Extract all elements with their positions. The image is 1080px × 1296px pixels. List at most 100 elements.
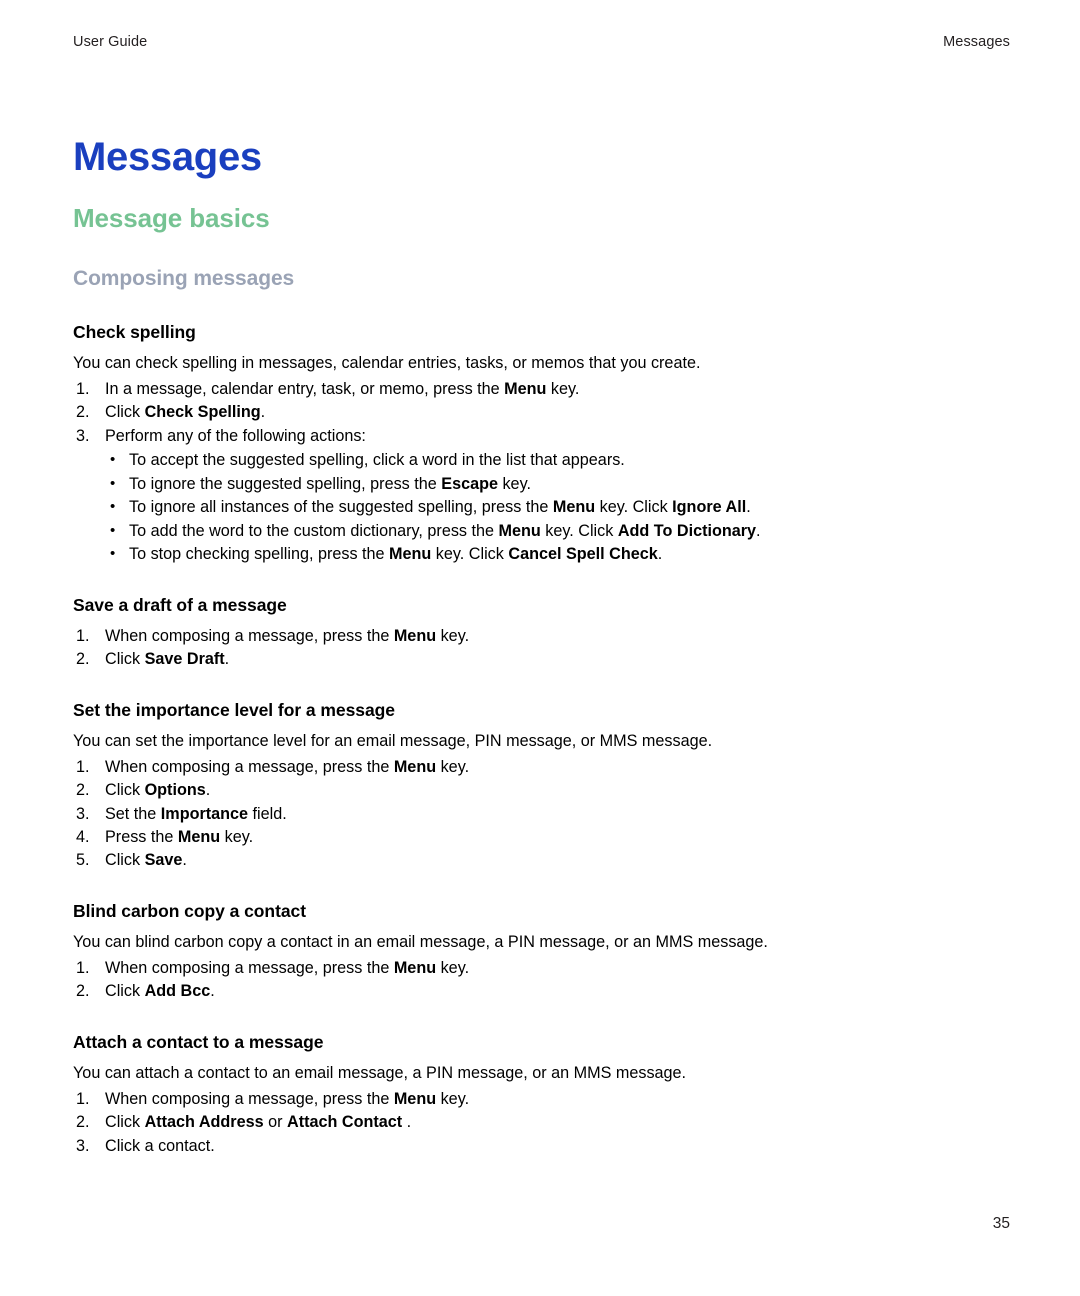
task-block: Check spelling You can check spelling in … xyxy=(73,322,1013,567)
emphasis-term: Save xyxy=(144,851,183,870)
bullet-dot-icon: • xyxy=(110,451,116,469)
task-block: Blind carbon copy a contact You can blind… xyxy=(73,901,1013,1004)
emphasis-term: Menu xyxy=(498,521,541,540)
step-item: 2. Click Add Bcc. xyxy=(73,980,1013,1003)
task-title: Set the importance level for a message xyxy=(73,699,395,720)
step-text: Click Options. xyxy=(105,781,211,800)
bullet-item: • To ignore the suggested spelling, press… xyxy=(73,473,1013,496)
bullet-item: • To ignore all instances of the suggeste… xyxy=(73,496,1013,519)
bullet-text: To accept the suggested spelling, click … xyxy=(129,451,625,470)
task-intro: You can set the importance level for an … xyxy=(73,731,713,750)
step-list: 1. When composing a message, press the Me… xyxy=(73,625,1013,672)
step-item: 3. Set the Importance field. xyxy=(73,803,1013,826)
emphasis-term: Cancel Spell Check xyxy=(508,545,658,564)
bullet-text: To ignore the suggested spelling, press … xyxy=(129,474,531,493)
step-number: 2. xyxy=(76,781,90,800)
step-item: 5. Click Save. xyxy=(73,849,1013,872)
page-number: 35 xyxy=(992,1215,1010,1232)
step-list: 1. In a message, calendar entry, task, or… xyxy=(73,378,1013,567)
step-number: 2. xyxy=(76,982,90,1001)
step-text: In a message, calendar entry, task, or m… xyxy=(105,379,580,398)
chapter-title: Messages xyxy=(73,135,262,179)
running-header-right: Messages xyxy=(943,34,1010,50)
step-item: 1. When composing a message, press the Me… xyxy=(73,957,1013,980)
emphasis-term: Add Bcc xyxy=(144,982,211,1001)
emphasis-term: Add To Dictionary xyxy=(617,521,757,540)
step-text: Click Save Draft. xyxy=(105,650,230,669)
emphasis-term: Menu xyxy=(393,1089,437,1108)
step-list: 1. When composing a message, press the Me… xyxy=(73,1088,1013,1158)
task-title: Check spelling xyxy=(73,321,196,342)
step-number: 4. xyxy=(76,827,90,846)
bullet-item: • To accept the suggested spelling, click… xyxy=(73,449,1013,472)
page-content: Messages Message basics Composing messag… xyxy=(73,136,1013,1158)
step-item: 3. Click a contact. xyxy=(73,1135,1013,1158)
emphasis-term: Menu xyxy=(389,545,432,564)
emphasis-term: Ignore All xyxy=(672,498,747,517)
step-text: Set the Importance field. xyxy=(105,804,287,823)
task-title: Blind carbon copy a contact xyxy=(73,900,306,921)
task-intro: You can blind carbon copy a contact in a… xyxy=(73,932,768,951)
step-list: 1. When composing a message, press the Me… xyxy=(73,756,1013,873)
step-number: 5. xyxy=(76,851,90,870)
emphasis-term: Escape xyxy=(441,474,498,493)
subsection-title: Composing messages xyxy=(73,266,295,290)
emphasis-term: Check Spelling xyxy=(144,403,261,422)
step-text: When composing a message, press the Menu… xyxy=(105,958,470,977)
step-text: When composing a message, press the Menu… xyxy=(105,1089,470,1108)
step-number: 1. xyxy=(76,626,90,645)
task-block: Set the importance level for a message Yo… xyxy=(73,700,1013,873)
emphasis-term: Importance xyxy=(160,804,249,823)
step-text: Click Attach Address or Attach Contact . xyxy=(105,1113,412,1132)
step-item: 1. In a message, calendar entry, task, or… xyxy=(73,378,1013,401)
task-block: Attach a contact to a message You can att… xyxy=(73,1032,1013,1158)
step-item: 1. When composing a message, press the Me… xyxy=(73,756,1013,779)
emphasis-term: Options xyxy=(144,781,206,800)
bullet-item: • To stop checking spelling, press the Me… xyxy=(73,543,1013,566)
bullet-text: To add the word to the custom dictionary… xyxy=(129,521,761,540)
bullet-text: To stop checking spelling, press the Men… xyxy=(129,545,663,564)
step-number: 1. xyxy=(76,379,90,398)
step-item: 2. Click Check Spelling. xyxy=(73,401,1013,424)
bullet-item: • To add the word to the custom dictionar… xyxy=(73,520,1013,543)
emphasis-term: Menu xyxy=(177,827,221,846)
step-text: Click Check Spelling. xyxy=(105,403,266,422)
bullet-list: • To accept the suggested spelling, click… xyxy=(73,449,1013,566)
bullet-text: To ignore all instances of the suggested… xyxy=(129,498,751,517)
task-list: Check spelling You can check spelling in … xyxy=(73,322,1013,1159)
step-number: 1. xyxy=(76,1089,90,1108)
step-item: 2. Click Save Draft. xyxy=(73,648,1013,671)
step-number: 2. xyxy=(76,650,90,669)
task-title: Save a draft of a message xyxy=(73,594,287,615)
emphasis-term: Attach Address xyxy=(144,1113,264,1132)
emphasis-term: Menu xyxy=(552,498,596,517)
step-number: 3. xyxy=(76,1136,90,1155)
step-number: 1. xyxy=(76,757,90,776)
step-item: 4. Press the Menu key. xyxy=(73,826,1013,849)
step-number: 1. xyxy=(76,958,90,977)
bullet-dot-icon: • xyxy=(110,545,116,563)
step-item: 1. When composing a message, press the Me… xyxy=(73,1088,1013,1111)
emphasis-term: Menu xyxy=(393,626,437,645)
running-header-left: User Guide xyxy=(73,34,148,50)
emphasis-term: Menu xyxy=(393,757,437,776)
document-page: User Guide Messages Messages Message bas… xyxy=(0,0,1080,1296)
step-item: 2. Click Attach Address or Attach Contact… xyxy=(73,1111,1013,1134)
step-text: When composing a message, press the Menu… xyxy=(105,626,470,645)
step-list: 1. When composing a message, press the Me… xyxy=(73,957,1013,1004)
step-number: 3. xyxy=(76,804,90,823)
step-item: 2. Click Options. xyxy=(73,779,1013,802)
step-number: 2. xyxy=(76,1113,90,1132)
emphasis-term: Save Draft xyxy=(144,650,225,669)
bullet-dot-icon: • xyxy=(110,474,116,492)
bullet-dot-icon: • xyxy=(110,521,116,539)
step-text: Click a contact. xyxy=(105,1136,215,1155)
step-item: 1. When composing a message, press the Me… xyxy=(73,625,1013,648)
step-text: Perform any of the following actions: xyxy=(105,426,366,445)
task-title: Attach a contact to a message xyxy=(73,1031,324,1052)
section-title: Message basics xyxy=(73,203,270,233)
bullet-dot-icon: • xyxy=(110,498,116,516)
task-intro: You can check spelling in messages, cale… xyxy=(73,353,701,372)
step-number: 2. xyxy=(76,403,90,422)
emphasis-term: Menu xyxy=(393,958,437,977)
